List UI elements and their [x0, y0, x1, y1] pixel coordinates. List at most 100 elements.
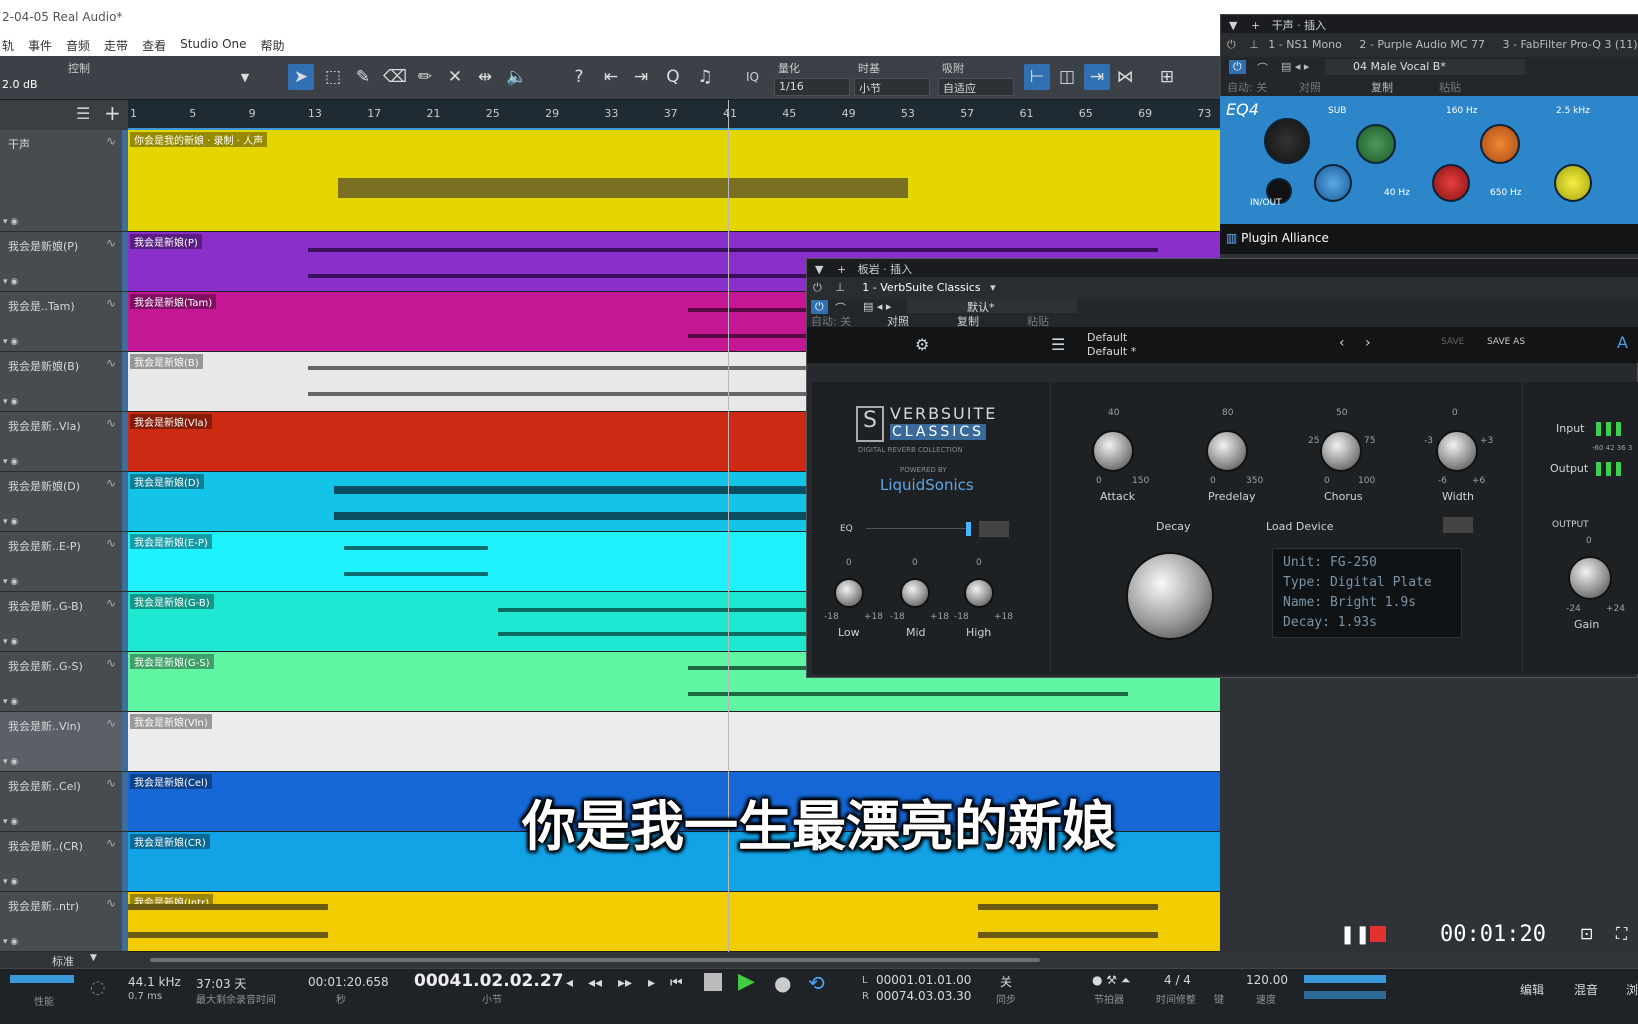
- track-name[interactable]: 我会是新..G-S): [8, 658, 83, 674]
- time-seconds[interactable]: 00:01:20.658: [308, 975, 389, 989]
- verb-enable-icon[interactable]: ⏻: [811, 300, 828, 314]
- chorus-knob[interactable]: [1320, 430, 1362, 472]
- waveform-icon[interactable]: ∿: [106, 416, 116, 430]
- mute-tool-icon[interactable]: ✕: [442, 64, 468, 90]
- predelay-knob[interactable]: [1206, 430, 1248, 472]
- paint-tool-icon[interactable]: ✏: [412, 64, 438, 90]
- eq-compare-button[interactable]: 对照: [1299, 79, 1321, 95]
- follow-icon[interactable]: ⋈: [1112, 64, 1138, 90]
- tempo-value[interactable]: 120.00: [1246, 973, 1288, 987]
- track-name[interactable]: 我会是新娘(B): [8, 358, 79, 374]
- verb-preset-select[interactable]: 默认*: [907, 299, 1077, 314]
- master-volume[interactable]: 2.0 dB: [2, 78, 38, 91]
- scroll-thumb[interactable]: [150, 958, 1040, 962]
- track-name[interactable]: 我会是新..Vln): [8, 718, 81, 734]
- track-monitor-icon[interactable]: ▾ ◉: [3, 217, 18, 227]
- pause-icon[interactable]: ❚❚: [1340, 924, 1370, 945]
- waveform-icon[interactable]: ∿: [106, 236, 116, 250]
- menu-audio[interactable]: 音频: [66, 37, 90, 56]
- track-monitor-icon[interactable]: ▾ ◉: [3, 277, 18, 287]
- track-monitor-icon[interactable]: ▾ ◉: [3, 457, 18, 467]
- verb-preset-nav-icon[interactable]: ▤ ◂ ▸: [863, 300, 891, 313]
- eq-copy-button[interactable]: 复制: [1371, 79, 1393, 95]
- stop-icon[interactable]: [704, 973, 722, 991]
- eq-power-icon[interactable]: ⏻: [1227, 38, 1236, 51]
- track-monitor-icon[interactable]: ▾ ◉: [3, 337, 18, 347]
- eq4-160hz-knob[interactable]: [1480, 124, 1520, 164]
- width-knob[interactable]: [1436, 430, 1478, 472]
- track-monitor-icon[interactable]: ▾ ◉: [3, 757, 18, 767]
- snap-select[interactable]: 自适应: [938, 78, 1014, 96]
- waveform-icon[interactable]: ∿: [106, 656, 116, 670]
- play-icon[interactable]: ▶: [738, 969, 755, 994]
- track-name[interactable]: 我会是新娘(D): [8, 478, 80, 494]
- eq4-40hz-knob[interactable]: [1432, 164, 1470, 202]
- menu-view[interactable]: 查看: [142, 37, 166, 56]
- time-bars[interactable]: 00041.02.02.27: [414, 971, 564, 991]
- track-list-menu-icon[interactable]: ☰: [76, 104, 90, 123]
- menu-transport[interactable]: 走带: [104, 37, 128, 56]
- eq-slot-3[interactable]: 3 - FabFilter Pro-Q 3 (11): [1503, 38, 1638, 51]
- eq-collapse-icon[interactable]: ▼: [1229, 19, 1237, 32]
- verb-prev-preset-icon[interactable]: ‹: [1339, 335, 1345, 351]
- track-mode-dropdown-icon[interactable]: ▼: [90, 953, 97, 963]
- forward-end-icon[interactable]: ▸: [648, 975, 655, 991]
- zoom-icon[interactable]: Q: [660, 64, 686, 90]
- menu-event[interactable]: 事件: [28, 37, 52, 56]
- track-header[interactable]: 我会是新娘(B) ∿ ▾ ◉: [0, 352, 128, 412]
- nudge-right-icon[interactable]: ⇥: [628, 64, 654, 90]
- track-header[interactable]: 我会是新娘(P) ∿ ▾ ◉: [0, 232, 128, 292]
- eq-preset-select[interactable]: 04 Male Vocal B*: [1325, 59, 1525, 75]
- rewind-icon[interactable]: ◂◂: [588, 975, 602, 991]
- track-lane[interactable]: 你会是我的新娘 · 录制 · 人声: [128, 130, 1220, 232]
- eq-bypass-icon[interactable]: ⌒: [1257, 60, 1268, 76]
- eq-slot-2[interactable]: 2 - Purple Audio MC 77: [1359, 38, 1485, 51]
- waveform-icon[interactable]: ∿: [106, 896, 116, 910]
- verb-preset-menu-icon[interactable]: ☰: [1051, 335, 1065, 354]
- mix-button[interactable]: 混音: [1574, 981, 1598, 998]
- verb-next-preset-icon[interactable]: ›: [1365, 335, 1371, 351]
- track-name[interactable]: 我会是..Tam): [8, 298, 75, 314]
- iq-label[interactable]: IQ: [746, 70, 759, 84]
- track-header[interactable]: 我会是新娘(D) ∿ ▾ ◉: [0, 472, 128, 532]
- eq-slider-handle[interactable]: [966, 522, 971, 536]
- waveform-icon[interactable]: ∿: [106, 536, 116, 550]
- waveform-icon[interactable]: ∿: [106, 296, 116, 310]
- arrow-tool-icon[interactable]: ➤: [288, 64, 314, 90]
- grid-view-icon[interactable]: ⊞: [1154, 64, 1180, 90]
- track-monitor-icon[interactable]: ▾ ◉: [3, 697, 18, 707]
- horizontal-scrollbar[interactable]: 标准 ▼: [0, 952, 1638, 968]
- decay-knob[interactable]: [1126, 552, 1214, 640]
- verb-routing-icon[interactable]: ⊥: [835, 281, 845, 294]
- verb-a-icon[interactable]: A: [1617, 333, 1628, 352]
- timeline-ruler[interactable]: 1 5 9 13 17 21 25 29 33 37 41 45 49 53 57 61 65 69 73: [128, 100, 1220, 130]
- eq-routing-icon[interactable]: ⊥: [1249, 38, 1259, 51]
- return-zero-icon[interactable]: ⏮: [670, 975, 683, 991]
- autoscroll-icon[interactable]: ⇥: [1084, 64, 1110, 90]
- track-monitor-icon[interactable]: ▾ ◉: [3, 637, 18, 647]
- track-lane[interactable]: 我会是新娘(Intr): [128, 892, 1220, 952]
- eq-add-icon[interactable]: +: [1251, 19, 1260, 32]
- eraser-tool-icon[interactable]: ⌫: [382, 64, 408, 90]
- track-name[interactable]: 我会是新..ntr): [8, 898, 79, 914]
- track-header[interactable]: 我会是新..E-P) ∿ ▾ ◉: [0, 532, 128, 592]
- waveform-icon[interactable]: ∿: [106, 716, 116, 730]
- loop-end[interactable]: 00074.03.03.30: [876, 989, 971, 1003]
- volume-dropdown-icon[interactable]: ▼: [232, 64, 258, 90]
- eq4-gain-knob[interactable]: [1264, 118, 1310, 164]
- high-knob[interactable]: [964, 578, 994, 608]
- track-monitor-icon[interactable]: ▾ ◉: [3, 517, 18, 527]
- track-monitor-icon[interactable]: ▾ ◉: [3, 577, 18, 587]
- track-header[interactable]: 我会是新..ntr) ∿ ▾ ◉: [0, 892, 128, 952]
- screenshot-icon[interactable]: ⊡: [1580, 924, 1593, 943]
- verb-preset-line2[interactable]: Default *: [1087, 345, 1136, 358]
- range-tool-icon[interactable]: ⬚: [320, 64, 346, 90]
- verb-settings-icon[interactable]: ⚙: [915, 335, 929, 354]
- menu-studio-one[interactable]: Studio One: [180, 37, 246, 56]
- verb-collapse-icon[interactable]: ▼: [815, 263, 823, 276]
- forward-icon[interactable]: ▸▸: [618, 975, 632, 991]
- snap-to-grid-icon[interactable]: ⊢: [1024, 64, 1050, 90]
- track-lane[interactable]: 我会是新娘(Vln): [128, 712, 1220, 772]
- nudge-left-icon[interactable]: ⇤: [598, 64, 624, 90]
- split-tool-icon[interactable]: ✎: [350, 64, 376, 90]
